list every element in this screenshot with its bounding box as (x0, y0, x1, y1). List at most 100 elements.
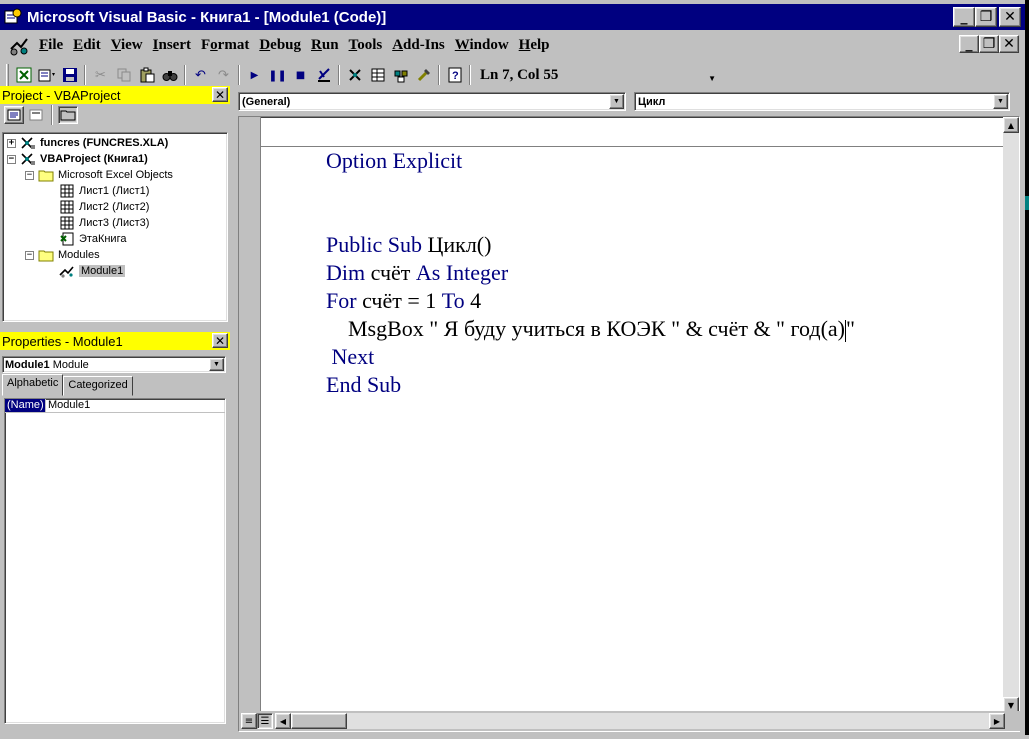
menu-edit[interactable]: Edit (68, 37, 106, 54)
scroll-thumb[interactable] (291, 713, 347, 729)
code-line[interactable]: For счёт = 1 To 4 (271, 259, 481, 313)
scroll-up-icon[interactable]: ▲ (1003, 117, 1019, 133)
object-selector[interactable]: Module1 Module ▼ (2, 356, 226, 373)
help-icon[interactable]: ? (443, 64, 466, 86)
tree-item[interactable]: Module1 (59, 263, 126, 279)
code-line[interactable]: MsgBox " Я буду учиться в КОЭК " & счёт … (271, 287, 855, 342)
tree-item[interactable]: Лист3 (Лист3) (59, 215, 149, 231)
workbook-icon (59, 232, 75, 246)
menu-view[interactable]: View (106, 37, 148, 54)
reset-icon[interactable]: ■ (289, 64, 312, 86)
property-row[interactable]: (Name) Module1 (5, 399, 225, 413)
project-panel-title-text: Project - VBAProject (2, 87, 121, 103)
collapse-icon[interactable]: − (25, 250, 34, 260)
code-window: (General) ▼ Цикл ▼ Option Explicit Publi… (236, 88, 1022, 734)
procedure-combo-value: Цикл (638, 95, 666, 108)
scroll-right-icon[interactable]: ▶ (989, 713, 1005, 729)
tab-categorized[interactable]: Categorized (63, 376, 133, 396)
menu-insert[interactable]: Insert (148, 37, 196, 54)
undo-icon[interactable]: ↶ (189, 64, 212, 86)
tree-item[interactable]: − VBAProject (Книга1) (7, 151, 148, 167)
tree-item[interactable]: Лист1 (Лист1) (59, 183, 149, 199)
code-text[interactable]: Option Explicit Public Sub Цикл() Dim сч… (271, 117, 1005, 713)
toolbar-options-icon[interactable]: ▼ (708, 69, 716, 89)
tree-item[interactable]: Лист2 (Лист2) (59, 199, 149, 215)
close-button[interactable]: ✕ (999, 7, 1021, 27)
object-selector-name: Module1 (5, 358, 50, 371)
view-object-icon[interactable] (26, 106, 46, 124)
menu-run[interactable]: Run (306, 37, 344, 54)
title-bar[interactable]: Microsoft Visual Basic - Книга1 - [Modul… (0, 4, 1025, 30)
menu-add-ins[interactable]: Add-Ins (387, 37, 450, 54)
menu-debug[interactable]: Debug (254, 37, 306, 54)
tab-alphabetic[interactable]: Alphabetic (2, 374, 64, 396)
properties-close-button[interactable]: ✕ (212, 333, 228, 348)
dropdown-arrow-icon[interactable]: ▼ (993, 94, 1008, 109)
toolbox-icon[interactable] (412, 64, 435, 86)
tree-item[interactable]: + funcres (FUNCRES.XLA) (7, 135, 168, 151)
project-close-button[interactable]: ✕ (212, 87, 228, 102)
procedure-view-icon[interactable]: ≡ (241, 713, 257, 729)
break-icon[interactable]: ❚❚ (266, 64, 289, 86)
view-code-icon[interactable] (4, 106, 24, 124)
save-icon[interactable] (58, 64, 81, 86)
collapse-icon[interactable]: − (25, 170, 34, 180)
menu-format[interactable]: Format (196, 37, 254, 54)
copy-icon[interactable] (112, 64, 135, 86)
vba-app-icon (3, 7, 23, 27)
procedure-combo[interactable]: Цикл ▼ (634, 92, 1010, 111)
dropdown-arrow-icon[interactable]: ▼ (609, 94, 624, 109)
cut-icon[interactable]: ✂ (89, 64, 112, 86)
restore-button[interactable]: ❐ (975, 7, 997, 27)
code-editor[interactable]: Option Explicit Public Sub Цикл() Dim сч… (238, 116, 1021, 732)
paste-icon[interactable] (135, 64, 158, 86)
find-icon[interactable] (158, 64, 181, 86)
code-line[interactable]: Dim счёт As Integer (271, 231, 508, 285)
menu-file[interactable]: File (34, 37, 68, 54)
insert-module-icon[interactable] (35, 64, 58, 86)
keyword: End Sub (326, 372, 402, 397)
project-toolbar (0, 104, 230, 126)
tree-item[interactable]: − Modules (25, 247, 100, 263)
tree-item[interactable]: − Microsoft Excel Objects (25, 167, 173, 183)
vertical-scrollbar[interactable]: ▲ ▼ (1003, 117, 1019, 713)
size-grip[interactable] (1005, 711, 1021, 731)
dropdown-arrow-icon[interactable]: ▼ (209, 358, 224, 371)
project-explorer-icon[interactable] (343, 64, 366, 86)
collapse-icon[interactable]: − (7, 154, 16, 164)
mdi-minimize-button[interactable]: _ (959, 35, 979, 53)
code-line[interactable]: Public Sub Цикл() (271, 203, 491, 257)
mdi-close-button[interactable]: ✕ (999, 35, 1019, 53)
redo-icon[interactable]: ↷ (212, 64, 235, 86)
scroll-left-icon[interactable]: ◀ (275, 713, 291, 729)
toolbar-grip[interactable] (6, 64, 9, 86)
keyword: Option Explicit (326, 148, 463, 173)
design-mode-icon[interactable] (312, 64, 335, 86)
mdi-restore-button[interactable]: ❐ (979, 35, 999, 53)
code-line[interactable]: End Sub (271, 343, 401, 397)
expand-icon[interactable]: + (7, 138, 16, 148)
toolbar-separator (338, 65, 340, 85)
property-value[interactable]: Module1 (45, 399, 90, 412)
run-icon[interactable]: ▶ (243, 64, 266, 86)
margin-indicator-bar[interactable] (239, 117, 261, 713)
code-line[interactable]: Option Explicit (271, 119, 462, 173)
horizontal-scrollbar[interactable]: ◀ ▶ (275, 713, 1005, 729)
full-module-view-icon[interactable]: ☰ (257, 713, 273, 729)
module-window-icon[interactable] (8, 35, 30, 57)
toggle-folders-icon[interactable] (58, 106, 78, 124)
properties-panel-title-text: Properties - Module1 (2, 333, 123, 349)
properties-panel-title[interactable]: Properties - Module1 ✕ (0, 332, 230, 350)
menu-window[interactable]: Window (450, 37, 514, 54)
tree-item-label: Module1 (79, 265, 126, 277)
menu-tools[interactable]: Tools (344, 37, 388, 54)
view-excel-icon[interactable] (12, 64, 35, 86)
minimize-button[interactable]: _ (953, 7, 975, 27)
object-browser-icon[interactable] (389, 64, 412, 86)
menu-help[interactable]: Help (514, 37, 555, 54)
tree-item[interactable]: ЭтаКнига (59, 231, 126, 247)
object-combo[interactable]: (General) ▼ (238, 92, 626, 111)
properties-window-icon[interactable] (366, 64, 389, 86)
code-line[interactable]: Next (271, 315, 375, 369)
project-panel-title[interactable]: Project - VBAProject ✕ (0, 86, 230, 104)
